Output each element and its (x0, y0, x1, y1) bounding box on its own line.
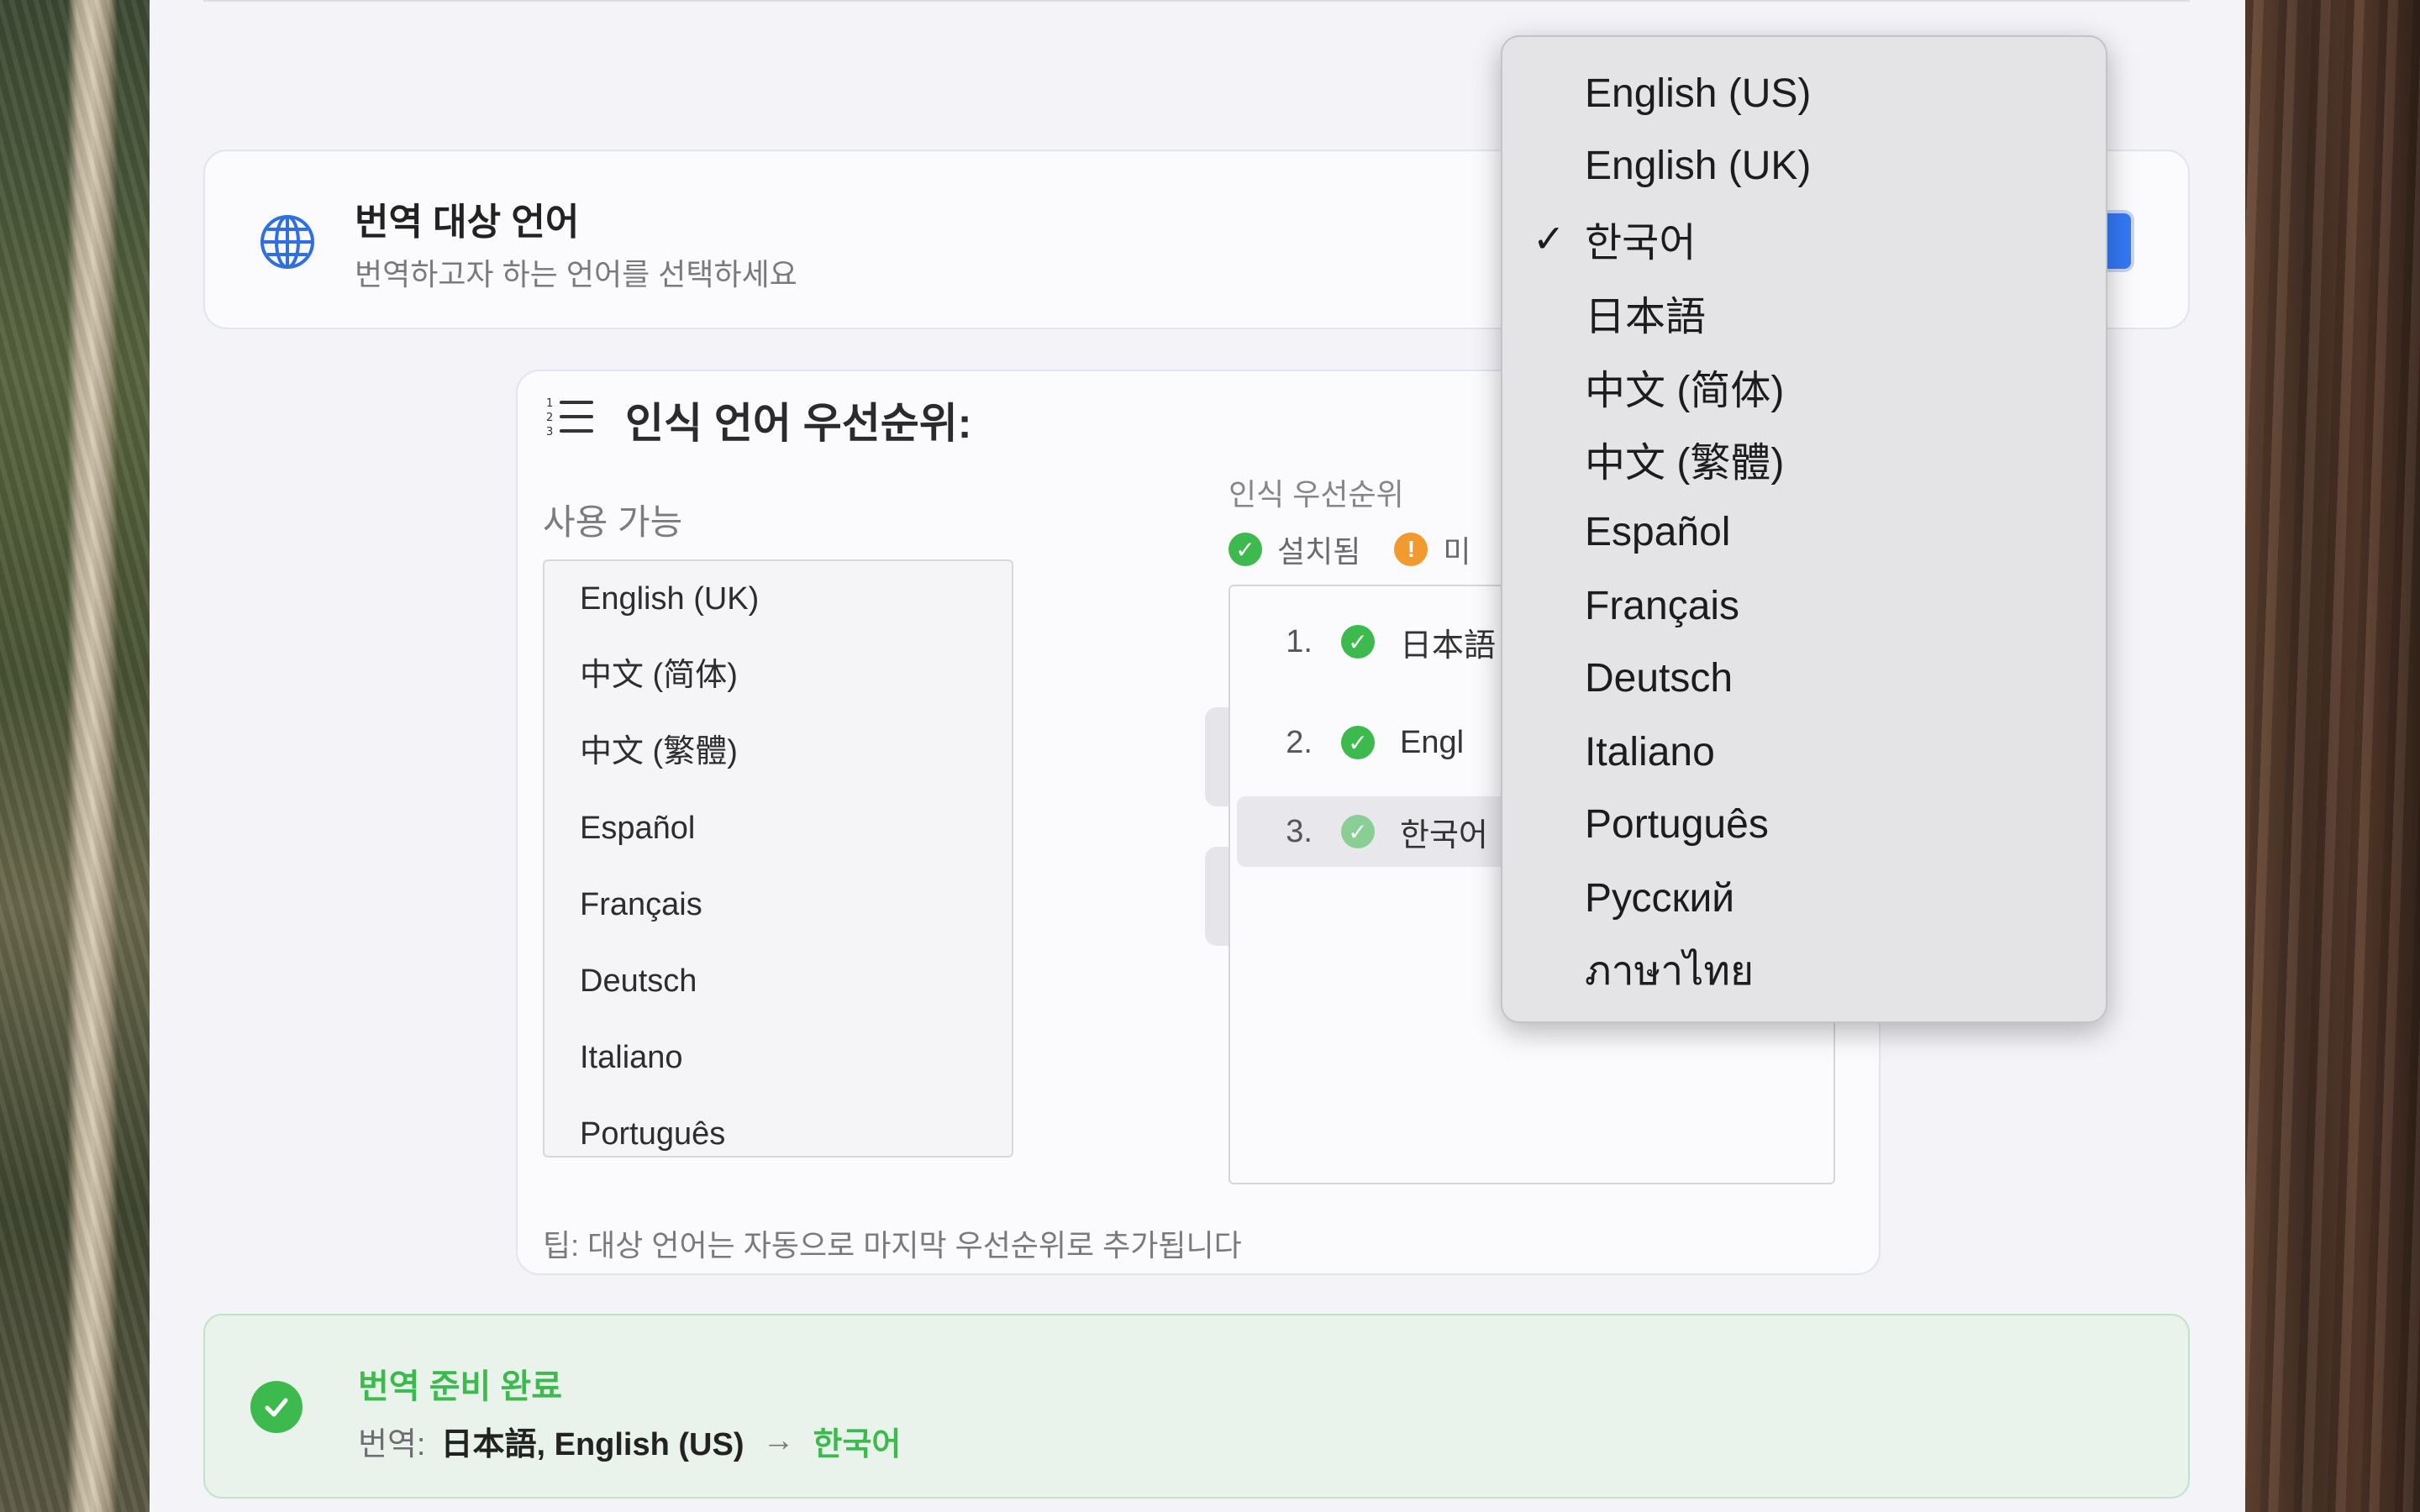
menu-item[interactable]: English (US) (1502, 57, 2106, 130)
priority-language: Engl (1400, 724, 1465, 760)
menu-item[interactable]: Русский (1502, 862, 2106, 935)
numbered-list-icon: 1 2 3 (546, 397, 593, 438)
target-language-subtitle: 번역하고자 하는 언어를 선택하세요 (355, 257, 797, 291)
globe-icon (260, 215, 314, 269)
success-check-icon (250, 1381, 302, 1433)
target-language-title: 번역 대상 언어 (355, 202, 580, 243)
list-item[interactable]: Italiano (544, 1020, 1012, 1096)
svg-text:2: 2 (546, 412, 553, 424)
installed-check-icon: ✓ (1228, 533, 1262, 566)
ready-title: 번역 준비 완료 (358, 1368, 563, 1405)
svg-text:3: 3 (546, 426, 553, 438)
list-item[interactable]: Français (544, 867, 1012, 943)
tip-text: 팁: 대상 언어는 자동으로 마지막 우선순위로 추가됩니다 (543, 1228, 1242, 1263)
menu-item[interactable]: 中文 (简体) (1502, 349, 2106, 423)
priority-language: 日本語 (1400, 627, 1497, 664)
desktop-wallpaper-right (2245, 0, 2420, 1512)
installed-check-icon: ✓ (1341, 815, 1375, 848)
translation-label: 번역: (358, 1427, 426, 1462)
menu-item[interactable]: Italiano (1502, 716, 2106, 789)
menu-item[interactable]: ภาษาไทย (1502, 934, 2106, 1007)
installed-check-icon: ✓ (1341, 625, 1375, 659)
menu-item[interactable]: Português (1502, 788, 2106, 861)
menu-item[interactable]: Français (1502, 570, 2106, 643)
menu-item[interactable]: Deutsch (1502, 642, 2106, 715)
menu-item-selected[interactable]: ✓ 한국어 (1502, 202, 2106, 275)
priority-language: 한국어 (1400, 817, 1488, 853)
menu-item[interactable]: 日本語 (1502, 276, 2106, 349)
menu-item[interactable]: English (UK) (1502, 129, 2106, 202)
priority-number: 2. (1286, 724, 1313, 760)
desktop-wallpaper-left (0, 0, 150, 1512)
target-language: 한국어 (813, 1427, 902, 1462)
language-dropdown-menu[interactable]: English (US) English (UK) ✓ 한국어 日本語 中文 (… (1501, 35, 2107, 1023)
menu-item[interactable]: Español (1502, 496, 2106, 569)
priority-number: 3. (1286, 813, 1313, 849)
installed-check-icon: ✓ (1341, 726, 1375, 759)
translation-summary: 번역: 日本語, English (US) → 한국어 (358, 1418, 901, 1464)
status-legend: ✓ 설치됨 ! 미 (1228, 528, 1471, 571)
legend-missing: 미 (1443, 534, 1471, 569)
ready-status-banner: 번역 준비 완료 번역: 日本語, English (US) → 한국어 (203, 1314, 2190, 1499)
svg-text:1: 1 (546, 397, 553, 410)
list-item[interactable]: Español (544, 790, 1012, 867)
priority-list-label: 인식 우선순위 (1228, 477, 1404, 512)
list-item[interactable]: 中文 (繁體) (544, 714, 1012, 790)
source-languages: 日本語, English (US) (440, 1427, 744, 1462)
menu-item[interactable]: 中文 (繁體) (1502, 422, 2106, 495)
list-item[interactable]: English (UK) (544, 561, 1012, 638)
arrow-right-icon: → (762, 1423, 795, 1458)
available-list[interactable]: English (UK) 中文 (简体) 中文 (繁體) Español Fra… (543, 559, 1013, 1158)
legend-installed: 설치됨 (1277, 534, 1361, 569)
priority-title: 인식 언어 우선순위: (625, 400, 972, 447)
divider (203, 0, 2190, 2)
warning-icon: ! (1394, 533, 1428, 566)
list-item[interactable]: Português (544, 1096, 1012, 1156)
list-item[interactable]: 中文 (简体) (544, 638, 1012, 714)
checkmark-icon: ✓ (1533, 216, 1565, 260)
available-label: 사용 가능 (543, 502, 683, 542)
list-item[interactable]: Deutsch (544, 943, 1012, 1020)
priority-number: 1. (1286, 623, 1313, 659)
